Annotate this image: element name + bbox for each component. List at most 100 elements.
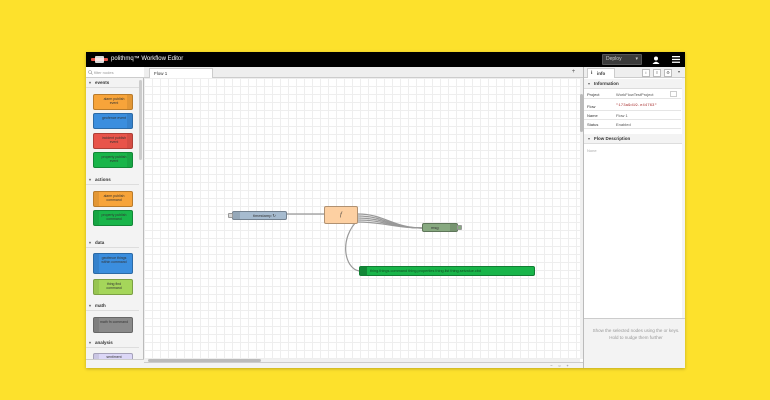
debug-msg-node[interactable]: msg (422, 223, 458, 232)
palette-footer (86, 359, 144, 368)
tab-info[interactable]: i info (587, 68, 615, 78)
alarm-icon (127, 95, 132, 109)
category-label: math (95, 303, 106, 308)
category-actions[interactable]: ▾ actions (86, 175, 139, 185)
node-label: geofence things within command (101, 256, 127, 264)
flow-canvas[interactable]: timestamp ↻ f msg thing.things.command t… (144, 78, 580, 359)
workspace-footer: − ○ + (144, 362, 583, 368)
hamburger-menu-icon[interactable] (672, 56, 680, 63)
debug-tab-button[interactable]: ≡ (653, 69, 661, 77)
expand-button[interactable] (670, 91, 677, 97)
row-value: WorkFlowTestProject (616, 92, 654, 97)
info-sidebar: i info i ≡ ⚙ ▾ ▾ Information Project Wor… (583, 67, 685, 368)
sidebar-menu-icon[interactable]: ▾ (675, 69, 683, 77)
tab-label: info (597, 71, 606, 76)
geofence-icon (127, 114, 132, 128)
node-label: property publish event (101, 155, 127, 163)
function-node[interactable]: f (324, 206, 358, 224)
timestamp-node[interactable]: timestamp ↻ (232, 211, 287, 220)
node-label: alarm publish event (103, 97, 125, 105)
section-title: Information (594, 81, 619, 86)
node-label: timestamp ↻ (253, 213, 276, 218)
chevron-down-icon: ▾ (89, 177, 92, 182)
sidebar-tabs: i info i ≡ ⚙ ▾ (584, 67, 685, 78)
command-node[interactable]: thing.things.command thing.properties th… (359, 266, 535, 276)
flow-description-section-header[interactable]: ▾ Flow Description (584, 134, 683, 144)
user-icon[interactable] (652, 56, 660, 64)
node-label: math fn command (100, 320, 129, 324)
sidebar-scrollbar[interactable] (682, 78, 685, 318)
row-value: Enabled (616, 122, 631, 127)
wires (287, 213, 423, 272)
chevron-down-icon: ▾ (588, 81, 591, 86)
debug-toggle-button[interactable] (457, 225, 462, 230)
row-key: Name (587, 113, 598, 118)
help-text: Show the selected nodes using the or key… (592, 328, 680, 340)
chevron-down-icon: ▾ (89, 80, 92, 85)
tab-flow-1[interactable]: Flow 1 (149, 68, 213, 78)
info-row-name: Name Flow 1 (584, 111, 681, 120)
palette-filter-input[interactable]: filter nodes (86, 67, 144, 78)
category-label: actions (95, 177, 111, 182)
info-tab-button[interactable]: i (642, 69, 650, 77)
category-label: events (95, 80, 110, 85)
node-label: incident publish event (101, 136, 127, 144)
palette-node-property-publish-event[interactable]: property publish event (93, 152, 133, 168)
node-label: thing.things.command thing.properties th… (370, 269, 482, 273)
incident-icon (127, 134, 132, 148)
node-label: geofence event (102, 116, 126, 120)
info-row-status: Status Enabled (584, 120, 681, 129)
help-panel: Show the selected nodes using the or key… (584, 318, 685, 368)
row-key: Project (587, 92, 600, 97)
palette-node-alarm-publish-event[interactable]: alarm publish event (93, 94, 133, 110)
inject-icon (233, 212, 240, 219)
property-icon (360, 267, 367, 275)
geofence-icon (94, 254, 99, 273)
palette-node-geofence-things-within-command[interactable]: geofence things within command (93, 253, 133, 274)
category-math[interactable]: ▾ math (86, 301, 139, 311)
node-palette: filter nodes ▾ events alarm publish event… (86, 67, 144, 368)
app-title: polithmq™ Workflow Editor (111, 56, 184, 62)
property-icon (94, 211, 99, 225)
workspace-tabs: Flow 1 + (144, 67, 583, 78)
wire[interactable] (357, 217, 423, 229)
filter-placeholder: filter nodes (94, 70, 114, 75)
node-label: msg (431, 225, 439, 230)
node-label: thing find command (106, 282, 122, 290)
category-events[interactable]: ▾ events (86, 78, 139, 88)
wire[interactable] (345, 219, 360, 272)
zoom-reset-icon[interactable]: ○ (557, 363, 562, 368)
zoom-in-icon[interactable]: + (565, 363, 570, 368)
add-tab-icon[interactable]: + (569, 68, 578, 77)
search-icon (88, 70, 93, 75)
palette-node-thing-find-command[interactable]: thing find command (93, 279, 133, 295)
category-data[interactable]: ▾ data (86, 238, 139, 248)
information-section-header[interactable]: ▾ Information (584, 79, 683, 89)
config-tab-button[interactable]: ⚙ (664, 69, 672, 77)
zoom-out-icon[interactable]: − (549, 363, 554, 368)
info-row-flow: Flow "173a9d19.e44763" (584, 102, 681, 111)
palette-node-property-publish-command[interactable]: property publish command (93, 210, 133, 226)
inject-button[interactable] (228, 213, 233, 218)
category-analysis[interactable]: ▾ analysis (86, 338, 139, 348)
editor-window: polithmq™ Workflow Editor Deploy ▾ filte… (86, 52, 685, 368)
chevron-down-icon: ▾ (89, 303, 92, 308)
deploy-button[interactable]: Deploy ▾ (602, 54, 642, 65)
palette-node-geofence-event[interactable]: geofence event (93, 113, 133, 129)
category-label: data (95, 240, 105, 245)
palette-node-math-fn-command[interactable]: math fn command (93, 317, 133, 333)
chevron-down-icon: ▾ (89, 340, 92, 345)
row-key: Flow (587, 104, 596, 109)
alarm-icon (94, 192, 99, 206)
app-logo-icon (91, 56, 108, 63)
info-row-project: Project WorkFlowTestProject (584, 90, 681, 99)
info-icon: i (591, 71, 593, 76)
chevron-down-icon: ▾ (588, 136, 591, 141)
palette-node-alarm-publish-command[interactable]: alarm publish command (93, 191, 133, 207)
palette-node-incident-publish-event[interactable]: incident publish event (93, 133, 133, 149)
category-label: analysis (95, 340, 113, 345)
chevron-down-icon[interactable]: ▾ (635, 55, 638, 64)
section-title: Flow Description (594, 136, 631, 141)
palette-scrollbar[interactable] (139, 80, 142, 160)
thing-icon (94, 280, 99, 294)
